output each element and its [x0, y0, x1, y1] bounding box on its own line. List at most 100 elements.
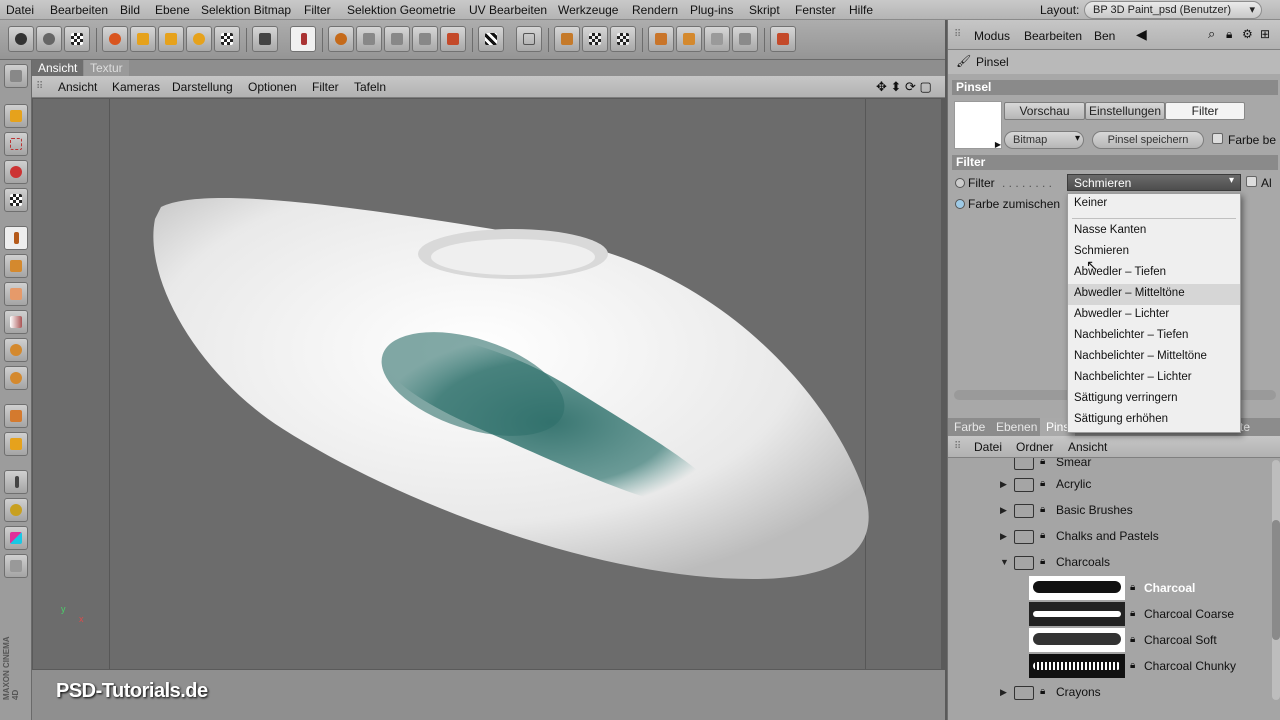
eraser-tool-icon[interactable] [4, 282, 28, 306]
browser-menu-datei[interactable]: Datei [974, 440, 1002, 454]
menu-plugins[interactable]: Plug-ins [690, 3, 733, 17]
cube-gray-icon[interactable] [704, 26, 730, 52]
color-swatch-icon[interactable] [4, 526, 28, 550]
menu-werkzeuge[interactable]: Werkzeuge [558, 3, 618, 17]
tree-folder-crayons[interactable]: ▶ 🔒︎ Crayons [948, 680, 1268, 706]
filter-radio[interactable] [955, 178, 965, 188]
menu-filter[interactable]: Filter [304, 3, 331, 17]
paint-tool-icon[interactable] [328, 26, 354, 52]
render-cube-icon[interactable] [554, 26, 580, 52]
bitmap-select[interactable]: Bitmap [1004, 131, 1084, 149]
brush-item-charcoal-soft[interactable]: 🔒︎ Charcoal Soft [948, 628, 1268, 654]
tab-textur[interactable]: Textur [84, 60, 129, 76]
tab-vorschau[interactable]: Vorschau [1004, 102, 1085, 120]
transform-icon[interactable] [4, 188, 28, 212]
tab-einstellungen[interactable]: Einstellungen [1085, 102, 1165, 120]
expand-arrow-icon[interactable]: ▶ [995, 140, 1001, 149]
small-square-icon[interactable] [4, 554, 28, 578]
option-abwedler-mitteltoene[interactable]: Abwedler – Mitteltöne [1068, 284, 1240, 305]
view-menu-filter[interactable]: Filter [312, 80, 339, 94]
logo-tool-icon[interactable] [4, 64, 28, 88]
zoom-tool-icon[interactable] [4, 366, 28, 390]
cube-gray-2-icon[interactable] [732, 26, 758, 52]
tree-scrollbar[interactable] [1272, 460, 1280, 700]
rect-select-icon[interactable] [4, 132, 28, 156]
star-shape-icon[interactable] [4, 432, 28, 456]
3d-viewport[interactable]: yx [33, 99, 941, 669]
tree-folder-basic-brushes[interactable]: ▶ 🔒︎ Basic Brushes [948, 498, 1268, 524]
filter-select[interactable]: Schmieren ▾ [1067, 174, 1241, 191]
menu-datei[interactable]: Datei [6, 3, 34, 17]
gradient-tool-icon[interactable] [4, 310, 28, 334]
lasso-tool-icon[interactable] [4, 338, 28, 362]
all-checkbox[interactable] [1246, 176, 1257, 187]
brush-item-charcoal-coarse[interactable]: 🔒︎ Charcoal Coarse [948, 602, 1268, 628]
stamp-tool-icon[interactable] [4, 254, 28, 278]
menu-rendern[interactable]: Rendern [632, 3, 678, 17]
browser-menu-ordner[interactable]: Ordner [1016, 440, 1053, 454]
layout-select[interactable]: BP 3D Paint_psd (Benutzer) [1084, 1, 1262, 19]
option-saettigung-verringern[interactable]: Sättigung verringern [1068, 389, 1240, 410]
menu-selektion-geometrie[interactable]: Selektion Geometrie [347, 3, 456, 17]
option-saettigung-erhoehen[interactable]: Sättigung erhöhen [1068, 410, 1240, 431]
save-brush-button[interactable]: Pinsel speichern [1092, 131, 1204, 149]
tab-ebenen[interactable]: Ebenen [990, 418, 1043, 436]
brush-3d-icon[interactable] [290, 26, 316, 52]
brush-item-charcoal-chunky[interactable]: 🔒︎ Charcoal Chunky [948, 654, 1268, 680]
tree-folder-chalks[interactable]: ▶ 🔒︎ Chalks and Pastels [948, 524, 1268, 550]
settings-icon[interactable]: ⚙ [1242, 27, 1253, 41]
rotate-icon[interactable] [186, 26, 212, 52]
undo-icon[interactable] [8, 26, 34, 52]
view-menu-ansicht[interactable]: Ansicht [58, 80, 97, 94]
menu-bild[interactable]: Bild [120, 3, 140, 17]
navigate-icons[interactable]: ✥ ⬍ ⟳ ▢ [876, 79, 932, 95]
select-arrow-icon[interactable] [102, 26, 128, 52]
tab-farbe[interactable]: Farbe [948, 418, 991, 436]
view-menu-darstellung[interactable]: Darstellung [172, 80, 233, 94]
film-clapper-icon[interactable] [478, 26, 504, 52]
tree-folder-charcoals[interactable]: ▼ 🔒︎ Charcoals [948, 550, 1268, 576]
redo-icon[interactable] [36, 26, 62, 52]
search-tool-icon[interactable] [4, 498, 28, 522]
cube-orange-icon[interactable] [648, 26, 674, 52]
paint-tool-2-icon[interactable] [356, 26, 382, 52]
view-menu-optionen[interactable]: Optionen [248, 80, 297, 94]
frame-icon[interactable] [516, 26, 542, 52]
render-cube-2-icon[interactable] [582, 26, 608, 52]
menu-ebene[interactable]: Ebene [155, 3, 190, 17]
view-menu-tafeln[interactable]: Tafeln [354, 80, 386, 94]
brush-tool-icon[interactable] [4, 226, 28, 250]
menu-fenster[interactable]: Fenster [795, 3, 836, 17]
magic-wand-icon[interactable] [4, 160, 28, 184]
move-tool-icon[interactable] [4, 104, 28, 128]
text-tool-icon[interactable] [4, 404, 28, 428]
menu-selektion-bitmap[interactable]: Selektion Bitmap [201, 3, 291, 17]
option-nasse-kanten[interactable]: Nasse Kanten [1068, 221, 1240, 242]
attr-menu-modus[interactable]: Modus [974, 29, 1010, 43]
option-abwedler-lichter[interactable]: Abwedler – Lichter [1068, 305, 1240, 326]
checker-icon[interactable] [64, 26, 90, 52]
move-icon[interactable] [130, 26, 156, 52]
option-keiner[interactable]: Keiner [1068, 194, 1240, 215]
menu-hilfe[interactable]: Hilfe [849, 3, 873, 17]
view-menu-kameras[interactable]: Kameras [112, 80, 160, 94]
tab-ansicht[interactable]: Ansicht [32, 60, 84, 76]
option-nachbelichter-mitteltoene[interactable]: Nachbelichter – Mitteltöne [1068, 347, 1240, 368]
option-nachbelichter-tiefen[interactable]: Nachbelichter – Tiefen [1068, 326, 1240, 347]
new-panel-icon[interactable]: ⊞ [1260, 27, 1270, 41]
lock-icon[interactable]: 🔒︎ [1226, 27, 1232, 42]
scale-icon[interactable] [158, 26, 184, 52]
menu-uv-bearbeiten[interactable]: UV Bearbeiten [469, 3, 547, 17]
coord-icon[interactable] [214, 26, 240, 52]
tab-filter[interactable]: Filter [1165, 102, 1245, 120]
paint-tool-4-icon[interactable] [412, 26, 438, 52]
brush-select-icon[interactable] [252, 26, 278, 52]
option-nachbelichter-lichter[interactable]: Nachbelichter – Lichter [1068, 368, 1240, 389]
brush-item-charcoal[interactable]: 🔒︎ Charcoal [948, 576, 1268, 602]
hexagon-2-icon[interactable] [770, 26, 796, 52]
menu-bearbeiten[interactable]: Bearbeiten [50, 3, 108, 17]
cube-orange-2-icon[interactable] [676, 26, 702, 52]
browser-menu-ansicht[interactable]: Ansicht [1068, 440, 1107, 454]
eyedropper-icon[interactable] [4, 470, 28, 494]
render-cube-3-icon[interactable] [610, 26, 636, 52]
